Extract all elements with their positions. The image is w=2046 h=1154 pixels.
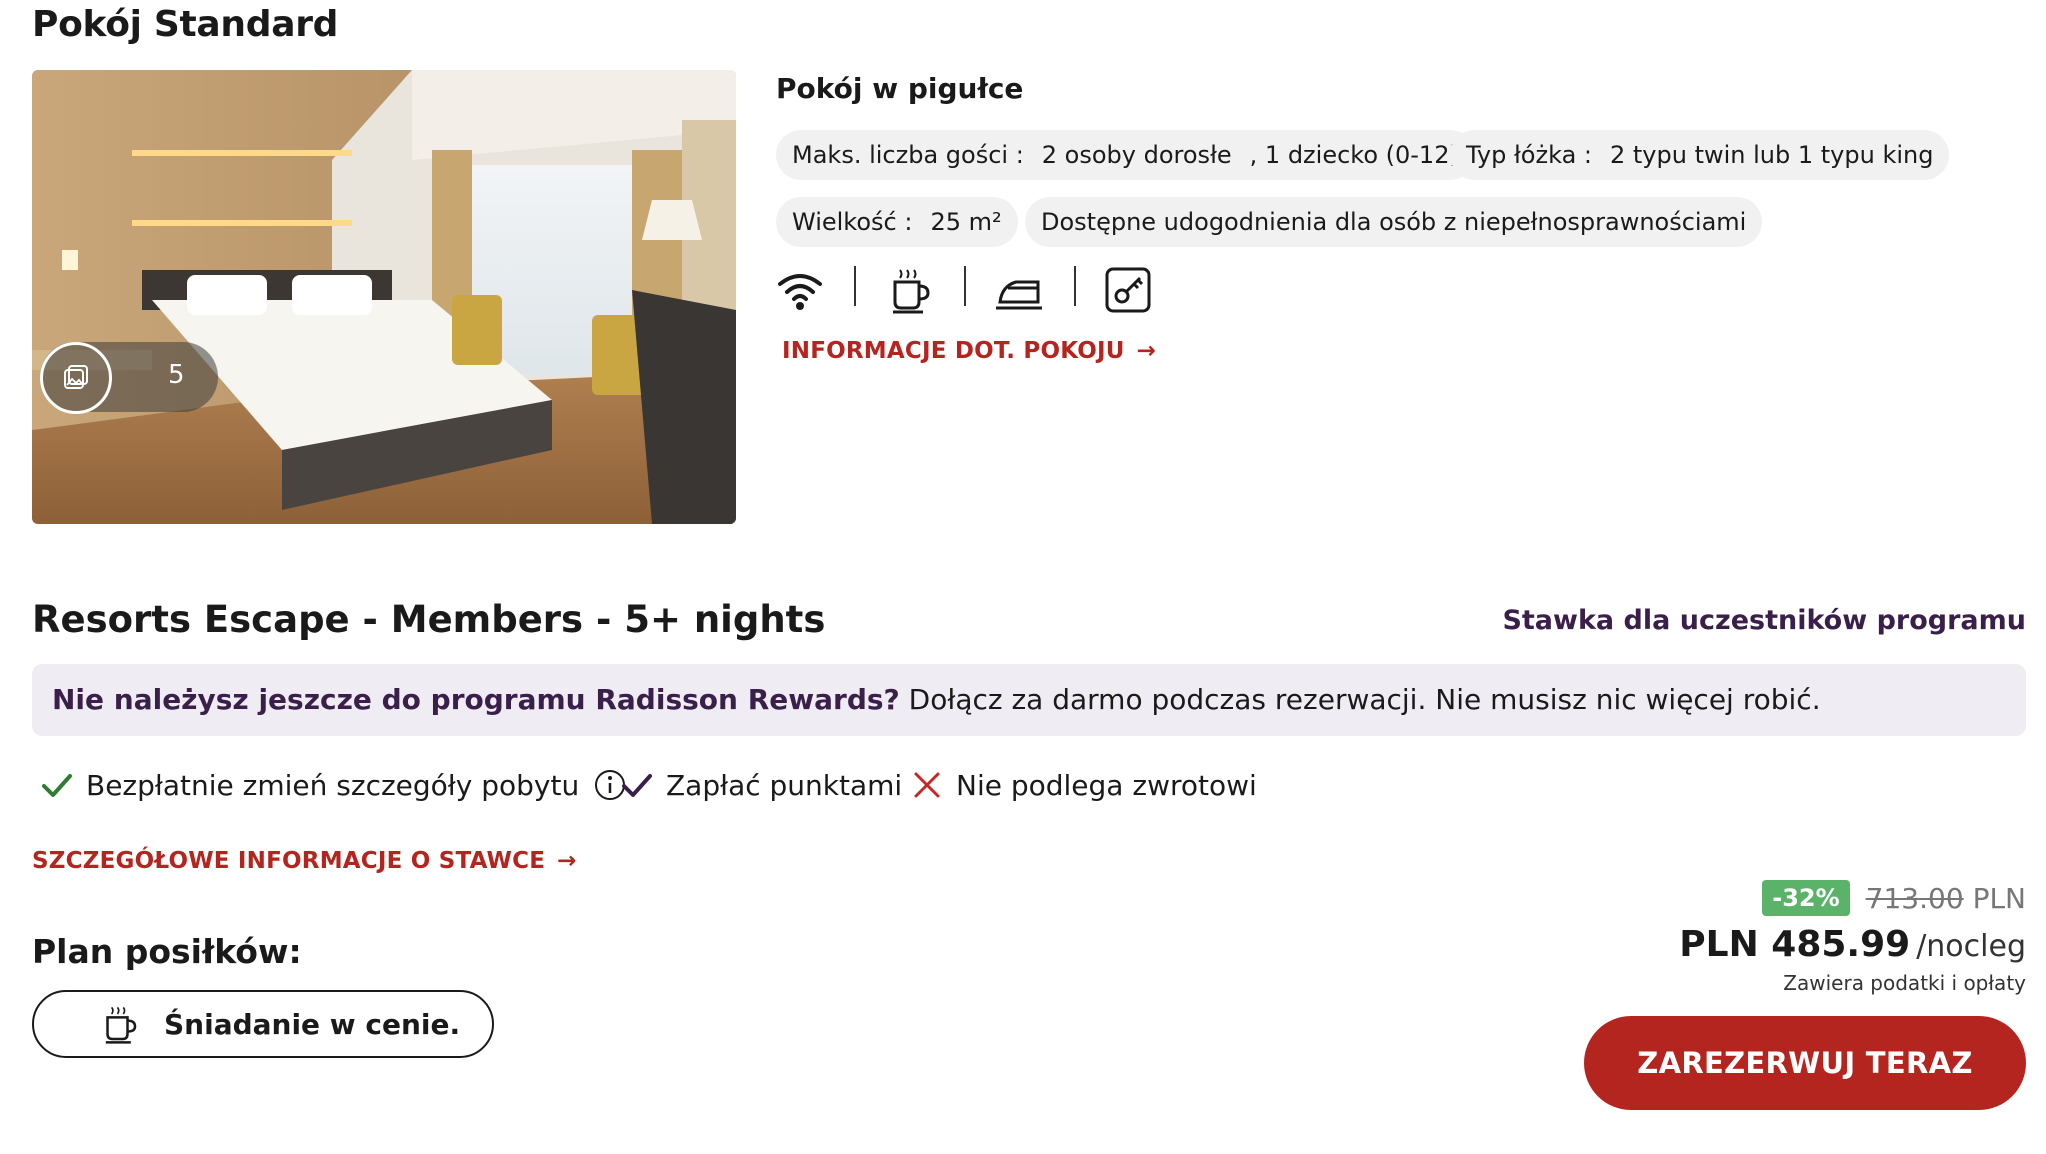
amenity-divider [854, 266, 856, 306]
old-price-amount: 713.00 [1865, 881, 1964, 915]
rate-title: Resorts Escape - Members - 5+ nights [32, 598, 826, 641]
meal-plan-title: Plan posiłków: [32, 932, 302, 971]
max-guests-chip: Maks. liczba gości : 2 osoby dorosłe , 1 d… [776, 130, 1475, 180]
wifi-icon [776, 264, 824, 316]
rate-details-link-label: SZCZEGÓŁOWE INFORMACJE O STAWCE [32, 848, 546, 874]
max-guests-label: Maks. liczba gości : [792, 141, 1024, 169]
benefit-label: Bezpłatnie zmień szczegóły pobytu [86, 768, 580, 802]
old-price-currency: PLN [1972, 881, 2026, 915]
arrow-right-icon: → [1136, 338, 1157, 364]
accessibility-label: Dostępne udogodnienia dla osób z niepełn… [1041, 208, 1747, 236]
bed-type-label: Typ łóżka : [1466, 141, 1592, 169]
amenity-divider [1074, 266, 1076, 306]
rate-details-link[interactable]: SZCZEGÓŁOWE INFORMACJE O STAWCE → [32, 848, 577, 874]
iron-icon [994, 264, 1044, 316]
benefit-label: Zapłać punktami [666, 768, 903, 802]
price-unit: /nocleg [1916, 929, 2026, 964]
accessibility-chip: Dostępne udogodnienia dla osób z niepełn… [1025, 197, 1763, 247]
rewards-banner: Nie należysz jeszcze do programu Radisso… [32, 664, 2026, 736]
room-photo-illustration [32, 70, 736, 524]
meal-plan-pill: Śniadanie w cenie. [32, 990, 494, 1058]
room-title: Pokój Standard [32, 4, 339, 45]
bed-type-value: 2 typu twin lub 1 typu king [1610, 141, 1934, 169]
arrow-right-icon: → [557, 848, 577, 874]
discount-badge: -32% [1762, 880, 1850, 916]
rewards-banner-bold: Nie należysz jeszcze do programu Radisso… [52, 683, 900, 716]
room-size-chip: Wielkość : 25 m² [776, 197, 1018, 247]
benefit-pay-points: Zapłać punktami [620, 763, 902, 807]
current-price: PLN 485.99 [1679, 924, 1911, 965]
max-guests-children: , 1 dziecko (0-12) [1249, 141, 1459, 169]
book-now-button[interactable]: ZAREZERWUJ TERAZ [1584, 1016, 2026, 1110]
room-size-value: 25 m² [930, 208, 1002, 236]
room-info-link-label: INFORMACJE DOT. POKOJU [782, 338, 1125, 364]
price-block: -32% 713.00 PLN PLN 485.99/nocleg Zawier… [1679, 880, 2026, 995]
check-icon [622, 774, 652, 797]
gallery-button[interactable]: 5 [40, 342, 218, 414]
rewards-banner-text: Dołącz za darmo podczas rezerwacji. Nie … [899, 683, 1821, 716]
benefit-label: Nie podlega zwrotowi [956, 768, 1257, 802]
meal-plan-label: Śniadanie w cenie. [164, 1007, 461, 1041]
coffee-icon [105, 1006, 137, 1044]
close-icon [914, 772, 940, 798]
check-icon [42, 774, 72, 797]
room-photo[interactable] [32, 70, 736, 524]
coffee-icon [886, 264, 934, 316]
room-size-label: Wielkość : [792, 208, 913, 236]
member-rate-tag: Stawka dla uczestników programu [1502, 605, 2026, 636]
key-card-icon [1104, 264, 1152, 316]
gallery-count: 5 [168, 360, 185, 390]
room-info-link[interactable]: INFORMACJE DOT. POKOJU → [782, 338, 1156, 364]
max-guests-adults: 2 osoby dorosłe [1041, 141, 1232, 169]
benefit-non-refundable: Nie podlega zwrotowi [910, 763, 1257, 807]
benefit-free-change: Bezpłatnie zmień szczegóły pobytu [40, 763, 639, 807]
amenity-divider [964, 266, 966, 306]
room-summary-title: Pokój w pigułce [776, 72, 1024, 105]
gallery-icon [40, 342, 112, 414]
bed-type-chip: Typ łóżka : 2 typu twin lub 1 typu king [1450, 130, 1950, 180]
tax-note: Zawiera podatki i opłaty [1783, 971, 2026, 995]
old-price: 713.00 PLN [1866, 882, 2026, 915]
